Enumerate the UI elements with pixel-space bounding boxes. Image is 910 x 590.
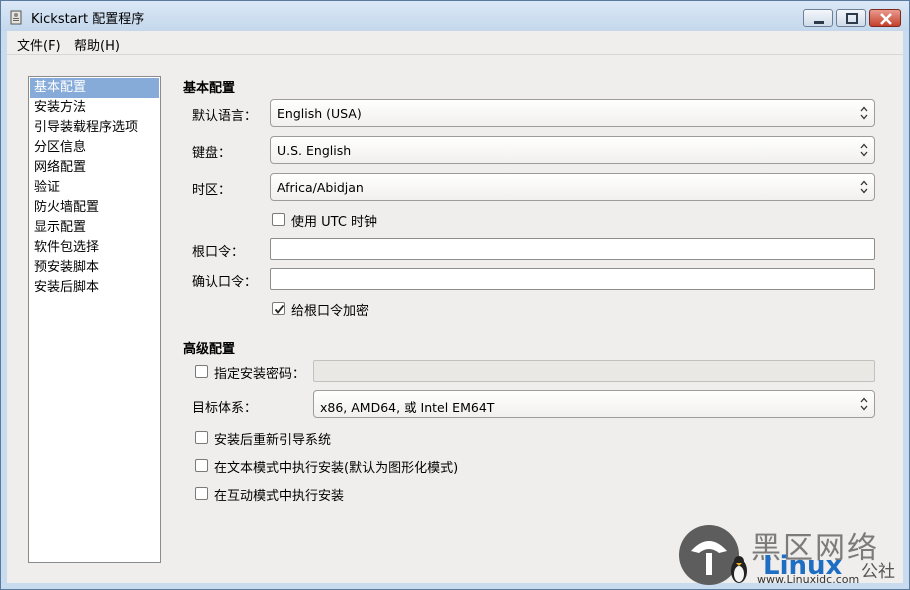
basic-section-title: 基本配置 bbox=[183, 81, 236, 96]
checkmark-icon bbox=[274, 304, 285, 314]
watermark: 黑区网络 Linux 公社 www.Linuxidc.com bbox=[677, 521, 909, 589]
sidebar-item-auth[interactable]: 验证 bbox=[30, 178, 159, 198]
reboot-label[interactable]: 安装后重新引导系统 bbox=[214, 429, 331, 448]
client-area: 文件(F) 帮助(H) 基本配置 安装方法 引导装载程序选项 分区信息 网络配置… bbox=[7, 31, 903, 583]
root-password-label: 根口令： bbox=[192, 245, 245, 260]
utc-checkbox[interactable] bbox=[272, 213, 285, 226]
install-password-field bbox=[313, 360, 875, 382]
maximize-icon bbox=[846, 13, 858, 24]
combo-arrows-icon bbox=[860, 106, 868, 120]
combo-arrows-icon bbox=[860, 143, 868, 157]
close-button[interactable] bbox=[869, 9, 901, 27]
main-window: Kickstart 配置程序 文件(F) 帮助(H) 基本配置 安装方法 引导装… bbox=[0, 0, 910, 590]
sidebar-item-partition[interactable]: 分区信息 bbox=[30, 138, 159, 158]
arch-label: 目标体系： bbox=[192, 401, 258, 416]
utc-label[interactable]: 使用 UTC 时钟 bbox=[291, 211, 377, 230]
confirm-password-field[interactable] bbox=[270, 268, 875, 290]
menu-help[interactable]: 帮助(H) bbox=[74, 35, 120, 54]
sidebar-item-pre-script[interactable]: 预安装脚本 bbox=[30, 258, 159, 278]
root-password-input[interactable] bbox=[271, 239, 874, 259]
arch-combo[interactable]: x86, AMD64, 或 Intel EM64T bbox=[313, 390, 875, 418]
encrypt-label[interactable]: 给根口令加密 bbox=[291, 300, 369, 319]
minimize-button[interactable] bbox=[803, 9, 833, 27]
timezone-label: 时区： bbox=[192, 183, 232, 198]
window-title: Kickstart 配置程序 bbox=[31, 12, 145, 27]
encrypt-checkbox[interactable] bbox=[272, 302, 285, 315]
confirm-password-label: 确认口令： bbox=[192, 275, 258, 290]
sidebar-item-network[interactable]: 网络配置 bbox=[30, 158, 159, 178]
sidebar-item-packages[interactable]: 软件包选择 bbox=[30, 238, 159, 258]
menu-file[interactable]: 文件(F) bbox=[17, 35, 61, 54]
maximize-button[interactable] bbox=[836, 9, 866, 27]
install-password-checkbox[interactable] bbox=[195, 365, 208, 378]
keyboard-combo[interactable]: U.S. English bbox=[270, 136, 875, 164]
timezone-combo[interactable]: Africa/Abidjan bbox=[270, 173, 875, 201]
combo-arrows-icon bbox=[860, 180, 868, 194]
sidebar-item-post-script[interactable]: 安装后脚本 bbox=[30, 278, 159, 298]
watermark-url: www.Linuxidc.com bbox=[757, 573, 860, 586]
language-value: English (USA) bbox=[277, 106, 362, 121]
confirm-password-input[interactable] bbox=[271, 269, 874, 289]
text-mode-checkbox[interactable] bbox=[195, 459, 208, 472]
root-password-field[interactable] bbox=[270, 238, 875, 260]
watermark-logo-icon bbox=[679, 525, 747, 585]
arch-value: x86, AMD64, 或 Intel EM64T bbox=[320, 400, 495, 415]
menu-bar: 文件(F) 帮助(H) bbox=[7, 31, 903, 55]
reboot-checkbox[interactable] bbox=[195, 431, 208, 444]
sidebar-item-display[interactable]: 显示配置 bbox=[30, 218, 159, 238]
keyboard-label: 键盘： bbox=[192, 146, 232, 161]
timezone-value: Africa/Abidjan bbox=[277, 180, 364, 195]
minimize-icon bbox=[814, 21, 824, 24]
interactive-checkbox[interactable] bbox=[195, 487, 208, 500]
text-mode-label[interactable]: 在文本模式中执行安装(默认为图形化模式) bbox=[214, 457, 458, 476]
sidebar-item-firewall[interactable]: 防火墙配置 bbox=[30, 198, 159, 218]
interactive-label[interactable]: 在互动模式中执行安装 bbox=[214, 485, 344, 504]
sidebar-item-bootloader[interactable]: 引导装载程序选项 bbox=[30, 118, 159, 138]
app-icon bbox=[10, 10, 22, 25]
install-password-label[interactable]: 指定安装密码： bbox=[214, 363, 305, 382]
close-icon bbox=[880, 13, 892, 25]
watermark-community: 公社 bbox=[861, 562, 895, 582]
language-label: 默认语言： bbox=[192, 109, 258, 124]
keyboard-value: U.S. English bbox=[277, 143, 352, 158]
title-bar[interactable]: Kickstart 配置程序 bbox=[1, 1, 909, 31]
language-combo[interactable]: English (USA) bbox=[270, 99, 875, 127]
sidebar-item-install-method[interactable]: 安装方法 bbox=[30, 98, 159, 118]
sidebar-item-basic[interactable]: 基本配置 bbox=[30, 78, 159, 98]
advanced-section-title: 高级配置 bbox=[183, 342, 236, 357]
combo-arrows-icon bbox=[860, 397, 868, 411]
category-list: 基本配置 安装方法 引导装载程序选项 分区信息 网络配置 验证 防火墙配置 显示… bbox=[28, 76, 161, 563]
